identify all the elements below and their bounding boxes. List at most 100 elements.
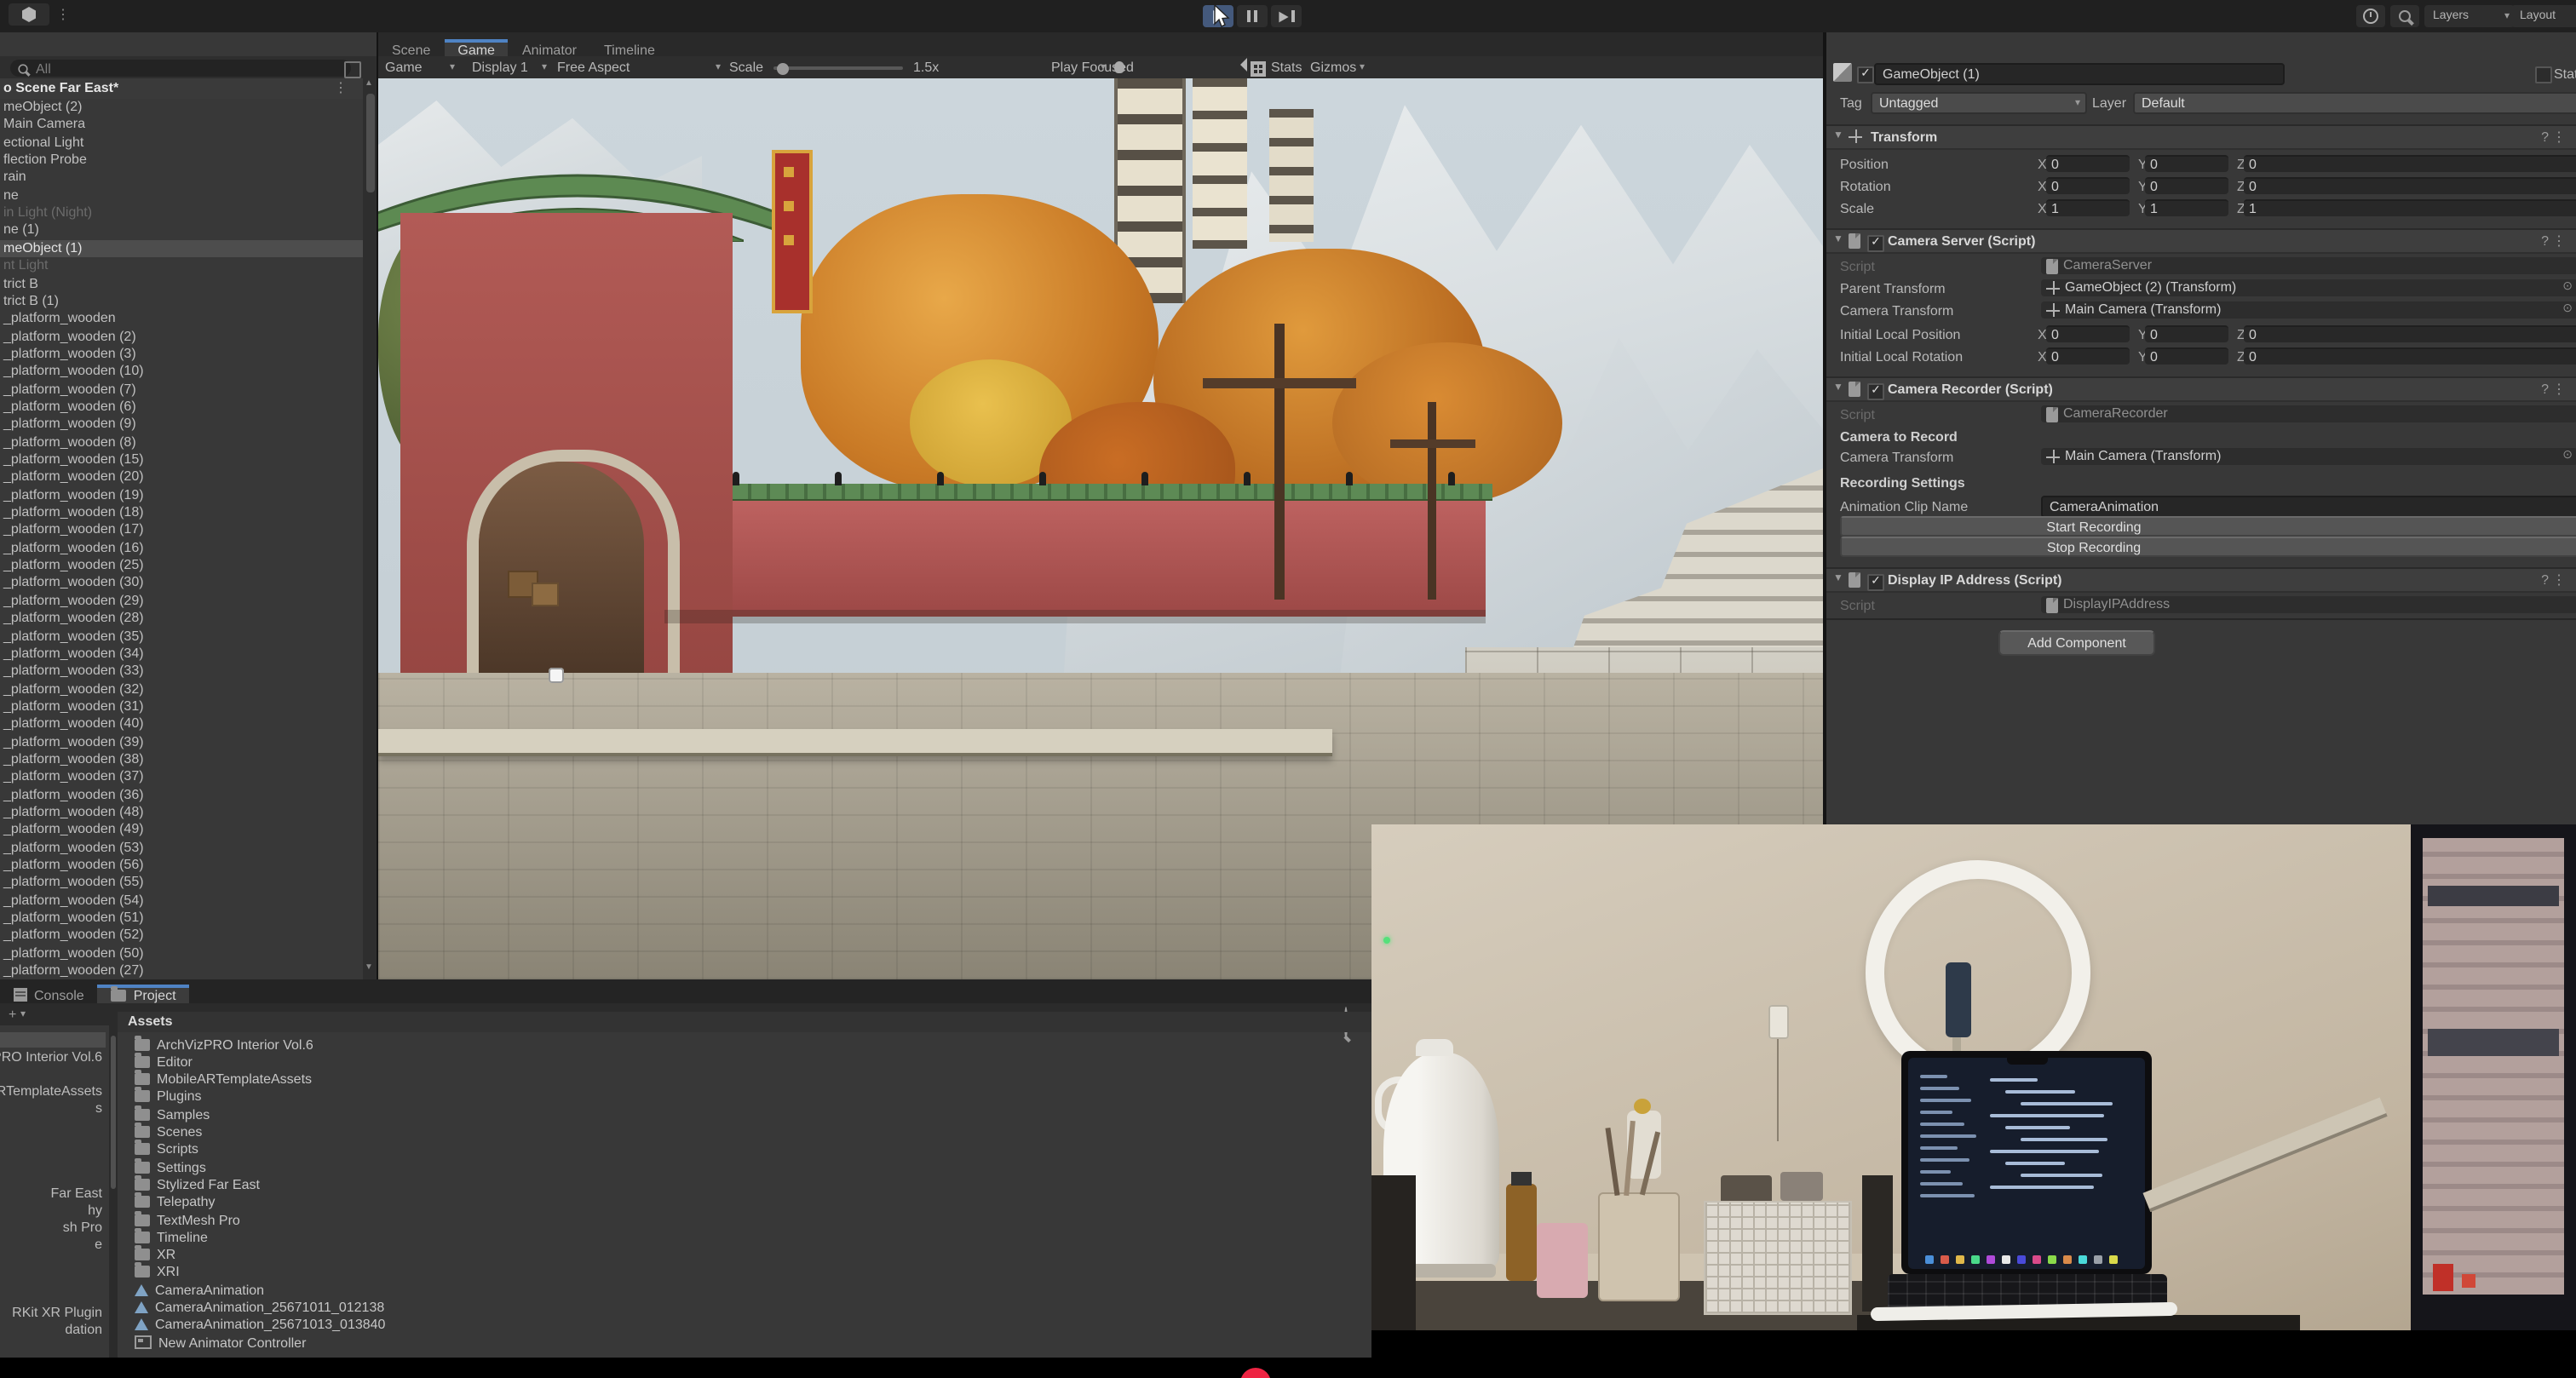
version-control-button[interactable] xyxy=(2356,5,2385,27)
display-ip-header[interactable]: ▼ ✓ Display IP Address (Script) ? ⋮ xyxy=(1826,567,2576,593)
scale-slider[interactable] xyxy=(773,66,903,70)
start-recording-button[interactable]: Start Recording xyxy=(1840,516,2576,537)
asset-item[interactable]: CameraAnimation_25671013_013840 xyxy=(135,1317,385,1334)
asset-item[interactable]: Plugins xyxy=(135,1088,202,1105)
hierarchy-item[interactable]: ne (1) xyxy=(0,222,363,239)
hierarchy-item[interactable]: _platform_wooden (18) xyxy=(0,504,363,521)
hierarchy-item[interactable]: _platform_wooden (56) xyxy=(0,857,363,874)
camera-recorder-header[interactable]: ▼ ✓ Camera Recorder (Script) ? ⋮ xyxy=(1826,376,2576,402)
hierarchy-item[interactable]: _platform_wooden (10) xyxy=(0,364,363,381)
hierarchy-item[interactable]: _platform_wooden (39) xyxy=(0,733,363,750)
asset-item[interactable]: New Animator Controller xyxy=(135,1334,306,1351)
asset-item[interactable]: ArchVizPRO Interior Vol.6 xyxy=(135,1036,313,1053)
hierarchy-item[interactable]: _platform_wooden (32) xyxy=(0,680,363,698)
hierarchy-item[interactable]: _platform_wooden (25) xyxy=(0,557,363,574)
scene-header-row[interactable]: o Scene Far East* ⋮ xyxy=(0,78,363,99)
hierarchy-item[interactable]: trict B xyxy=(0,275,363,292)
enabled-checkbox[interactable]: ✓ xyxy=(1867,573,1884,590)
add-component-button[interactable]: Add Component xyxy=(1998,630,2155,656)
foldout-icon[interactable]: ▼ xyxy=(1833,383,1843,393)
tree-item[interactable]: e xyxy=(95,1237,102,1252)
object-field[interactable]: Main Camera (Transform)⊙ xyxy=(2041,448,2576,465)
scrollbar-thumb[interactable] xyxy=(365,94,374,192)
vsync-grid-icon[interactable] xyxy=(1251,60,1266,76)
kebab-icon[interactable]: ⋮ xyxy=(2552,233,2566,249)
asset-item[interactable]: XRI xyxy=(135,1264,180,1281)
column-divider[interactable] xyxy=(109,1025,118,1358)
x-field[interactable]: 0 xyxy=(2046,155,2130,172)
y-field[interactable]: 0 xyxy=(2145,325,2228,342)
scrollbar-thumb[interactable] xyxy=(111,1036,116,1189)
y-field[interactable]: 0 xyxy=(2145,347,2228,365)
hierarchy-item[interactable]: Main Camera xyxy=(0,117,363,134)
help-icon[interactable]: ? xyxy=(2541,129,2549,145)
asset-item[interactable]: MobileARTemplateAssets xyxy=(135,1071,312,1088)
hierarchy-item[interactable]: _platform_wooden (54) xyxy=(0,893,363,910)
asset-item[interactable]: Timeline xyxy=(135,1229,208,1246)
hierarchy-item[interactable]: _platform_wooden (19) xyxy=(0,486,363,503)
z-field[interactable]: 0 xyxy=(2244,155,2576,172)
hierarchy-item[interactable]: trict B (1) xyxy=(0,293,363,310)
tag-dropdown[interactable]: Untagged▾ xyxy=(1871,92,2087,114)
hierarchy-item[interactable]: in Light (Night) xyxy=(0,204,363,221)
tree-item[interactable]: RKit XR Plugin xyxy=(12,1305,102,1320)
scroll-down-icon[interactable]: ▼ xyxy=(365,962,373,973)
kebab-icon[interactable]: ⋮ xyxy=(56,7,70,22)
x-field[interactable]: 0 xyxy=(2046,325,2130,342)
assets-header-row[interactable]: Assets xyxy=(118,1012,1371,1032)
asset-item[interactable]: TextMesh Pro xyxy=(135,1211,240,1228)
camera-server-header[interactable]: ▼ ✓ Camera Server (Script) ? ⋮ xyxy=(1826,228,2576,254)
x-field[interactable]: 0 xyxy=(2046,347,2130,365)
hierarchy-item[interactable]: _platform_wooden (27) xyxy=(0,962,363,979)
hierarchy-item[interactable]: flection Probe xyxy=(0,152,363,169)
script-field[interactable]: CameraRecorder xyxy=(2041,405,2576,422)
hierarchy-item[interactable]: _platform_wooden (8) xyxy=(0,433,363,451)
create-plus-icon[interactable]: + xyxy=(9,1007,16,1022)
object-field[interactable]: GameObject (2) (Transform)⊙ xyxy=(2041,279,2576,296)
hierarchy-item[interactable]: _platform_wooden (35) xyxy=(0,628,363,645)
hierarchy-search-input[interactable]: All xyxy=(10,60,351,77)
hierarchy-item[interactable]: _platform_wooden (37) xyxy=(0,769,363,786)
y-field[interactable]: 0 xyxy=(2145,155,2228,172)
step-button[interactable] xyxy=(1271,5,1302,27)
search-filter-icon[interactable] xyxy=(344,61,361,78)
active-checkbox[interactable]: ✓ xyxy=(1857,66,1874,83)
tree-item[interactable]: ARTemplateAssets xyxy=(0,1083,102,1099)
hierarchy-item[interactable]: _platform_wooden (17) xyxy=(0,522,363,539)
object-field[interactable]: Main Camera (Transform)⊙ xyxy=(2041,301,2576,319)
z-field[interactable]: 1 xyxy=(2244,199,2576,216)
hierarchy-item[interactable]: _platform_wooden (7) xyxy=(0,381,363,398)
asset-item[interactable]: Telepathy xyxy=(135,1193,216,1210)
hierarchy-item[interactable]: _platform_wooden (38) xyxy=(0,751,363,768)
tree-item[interactable]: chine xyxy=(70,1356,102,1358)
hierarchy-item[interactable]: _platform_wooden (30) xyxy=(0,575,363,592)
enabled-checkbox[interactable]: ✓ xyxy=(1867,382,1884,399)
x-field[interactable]: 1 xyxy=(2046,199,2130,216)
hierarchy-item[interactable]: _platform_wooden (48) xyxy=(0,804,363,821)
hierarchy-item[interactable]: meObject (1) xyxy=(0,240,363,257)
gameobject-name-field[interactable]: GameObject (1) xyxy=(1874,63,2285,85)
asset-item[interactable]: XR xyxy=(135,1246,175,1263)
frame-debugger-icon[interactable] xyxy=(1114,61,1124,73)
x-field[interactable]: 0 xyxy=(2046,177,2130,194)
hierarchy-item[interactable]: _platform_wooden (2) xyxy=(0,328,363,345)
layout-dropdown[interactable]: Layout xyxy=(2511,5,2576,27)
layer-dropdown[interactable]: Default xyxy=(2133,92,2576,114)
hierarchy-item[interactable]: _platform_wooden (3) xyxy=(0,346,363,363)
hierarchy-item[interactable]: _platform_wooden (15) xyxy=(0,451,363,468)
hierarchy-item[interactable]: _platform_wooden (52) xyxy=(0,927,363,945)
hierarchy-item[interactable]: _platform_wooden (36) xyxy=(0,786,363,803)
hierarchy-item[interactable]: _platform_wooden (29) xyxy=(0,593,363,610)
hierarchy-scrollbar[interactable]: ▲ ▼ xyxy=(363,78,377,979)
asset-item[interactable]: Scripts xyxy=(135,1141,198,1158)
scroll-up-icon[interactable]: ▲ xyxy=(365,78,373,89)
foldout-icon[interactable]: ▼ xyxy=(1833,574,1843,584)
gizmos-dropdown[interactable]: Gizmos xyxy=(1310,60,1356,75)
help-icon[interactable]: ? xyxy=(2541,233,2549,249)
tree-item[interactable]: Far East xyxy=(51,1186,102,1201)
hierarchy-item[interactable]: _platform_wooden (50) xyxy=(0,945,363,962)
y-field[interactable]: 1 xyxy=(2145,199,2228,216)
tree-item[interactable]: hy xyxy=(88,1203,102,1218)
asset-item[interactable]: Samples xyxy=(135,1105,210,1122)
z-field[interactable]: 0 xyxy=(2244,347,2576,365)
